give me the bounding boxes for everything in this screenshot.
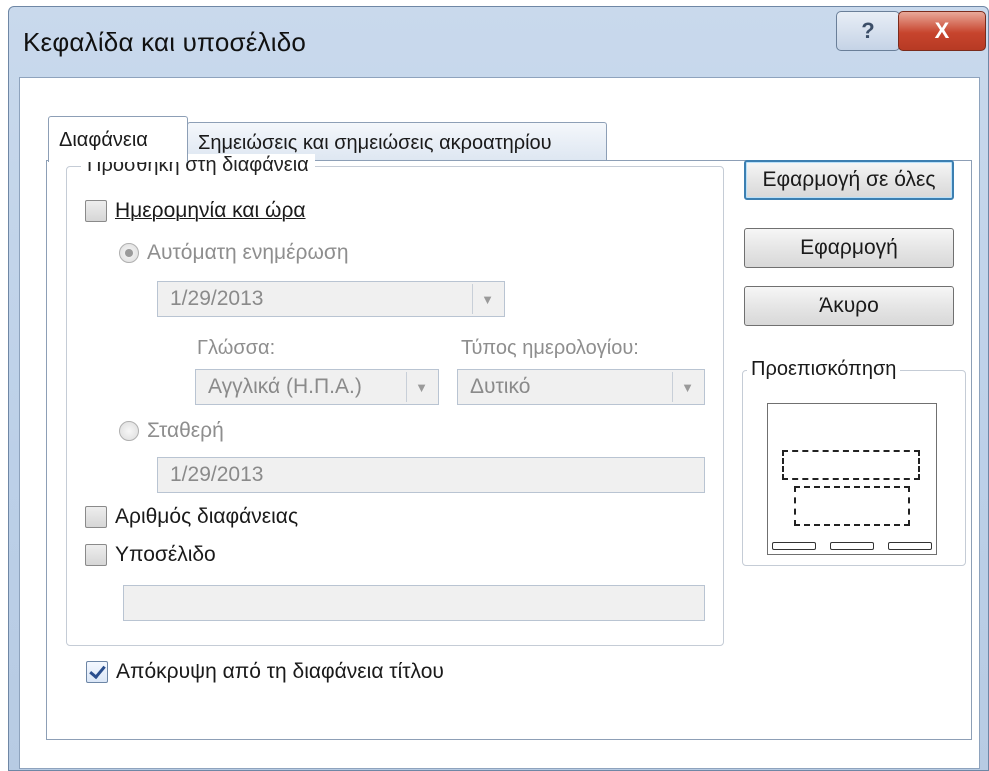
- footer-row: Υποσέλιδο: [85, 543, 216, 567]
- fixed-radio[interactable]: [119, 421, 139, 441]
- language-label: Γλώσσα:: [197, 337, 276, 359]
- preview-footer-placeholder: [830, 542, 874, 550]
- help-button[interactable]: ?: [836, 11, 900, 51]
- title-placeholder-outline: [782, 450, 920, 480]
- preview-group: Προεπισκόπηση: [742, 358, 966, 566]
- date-time-label[interactable]: Ημερομηνία και ώρα: [115, 199, 306, 223]
- apply-button[interactable]: Εφαρμογή: [744, 228, 954, 268]
- language-value: Αγγλικά (Η.Π.Α.): [208, 375, 362, 398]
- chevron-down-icon[interactable]: ▼: [472, 284, 502, 314]
- preview-label: Προεπισκόπηση: [747, 358, 901, 381]
- language-label-row: Γλώσσα:: [197, 337, 275, 360]
- auto-update-radio[interactable]: [119, 243, 139, 263]
- dont-show-on-title-label[interactable]: Απόκρυψη από τη διαφάνεια τίτλου: [116, 660, 444, 684]
- help-icon: ?: [861, 18, 875, 43]
- dialog-title: Κεφαλίδα και υποσέλιδο: [23, 27, 307, 57]
- language-dropdown[interactable]: Αγγλικά (Η.Π.Α.) ▼: [195, 369, 439, 405]
- date-time-row: Ημερομηνία και ώρα: [85, 199, 306, 223]
- footer-label[interactable]: Υποσέλιδο: [115, 543, 216, 567]
- chevron-down-icon[interactable]: ▼: [406, 372, 436, 402]
- fixed-date-input[interactable]: 1/29/2013: [157, 457, 705, 493]
- close-button[interactable]: X: [898, 11, 986, 51]
- content-placeholder-outline: [794, 486, 910, 526]
- preview-slide-thumbnail: [767, 403, 937, 555]
- calendar-type-label-row: Τύπος ημερολογίου:: [461, 337, 639, 360]
- chevron-down-icon[interactable]: ▼: [672, 372, 702, 402]
- cancel-button[interactable]: Άκυρο: [744, 286, 954, 326]
- include-on-slide-group: Προσθήκη στη διαφάνεια Ημερομηνία και ώρ…: [66, 154, 724, 646]
- apply-to-all-button[interactable]: Εφαρμογή σε όλες: [744, 160, 954, 200]
- title-bar[interactable]: Κεφαλίδα και υποσέλιδο ? X: [9, 7, 988, 73]
- slide-number-label[interactable]: Αριθμός διαφάνειας: [115, 505, 298, 529]
- dialog-body: Διαφάνεια Σημειώσεις και σημειώσεις ακρο…: [19, 77, 980, 769]
- auto-update-row: Αυτόματη ενημέρωση: [119, 241, 349, 265]
- calendar-type-label: Τύπος ημερολογίου:: [461, 337, 639, 359]
- calendar-type-value: Δυτικό: [470, 375, 531, 398]
- preview-slide-number-placeholder: [888, 542, 932, 550]
- dont-show-on-title-checkbox[interactable]: [86, 661, 108, 683]
- footer-checkbox[interactable]: [85, 544, 107, 566]
- auto-update-label[interactable]: Αυτόματη ενημέρωση: [147, 241, 349, 265]
- fixed-row: Σταθερή: [119, 419, 224, 443]
- preview-date-placeholder: [772, 542, 816, 550]
- slide-number-row: Αριθμός διαφάνειας: [85, 505, 298, 529]
- date-time-checkbox[interactable]: [85, 200, 107, 222]
- close-icon: X: [934, 18, 950, 43]
- dont-show-on-title-row: Απόκρυψη από τη διαφάνεια τίτλου: [86, 660, 444, 684]
- auto-date-value: 1/29/2013: [170, 287, 264, 310]
- calendar-type-dropdown[interactable]: Δυτικό ▼: [457, 369, 705, 405]
- tab-slide[interactable]: Διαφάνεια: [48, 116, 188, 162]
- footer-text-input[interactable]: [123, 585, 705, 621]
- auto-date-dropdown[interactable]: 1/29/2013 ▼: [157, 281, 505, 317]
- slide-number-checkbox[interactable]: [85, 506, 107, 528]
- dialog-window: Κεφαλίδα και υποσέλιδο ? X Διαφάνεια Σημ…: [8, 6, 989, 771]
- fixed-label[interactable]: Σταθερή: [147, 419, 224, 443]
- fixed-date-value: 1/29/2013: [170, 463, 264, 486]
